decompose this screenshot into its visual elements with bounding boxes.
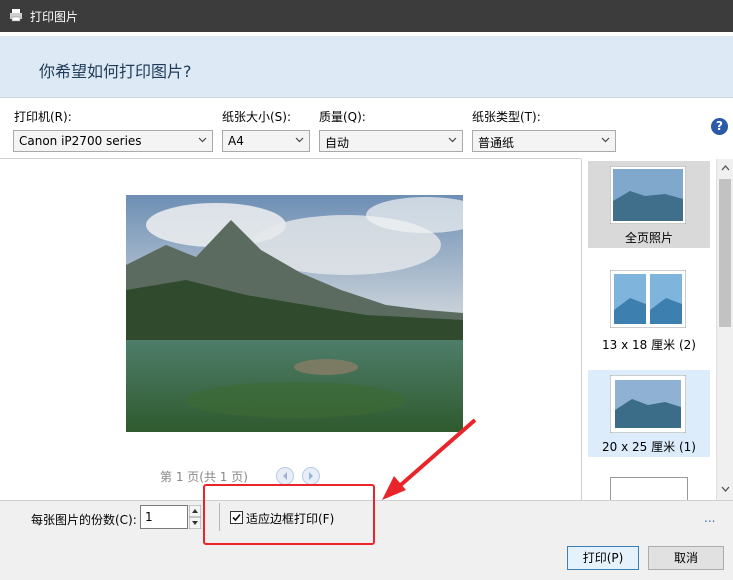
paper-type-select[interactable]: 普通纸 [472, 130, 616, 152]
dialog-question: 你希望如何打印图片? [39, 62, 192, 81]
window-title: 打印图片 [30, 10, 79, 24]
layout-item-partial[interactable] [610, 477, 688, 500]
chevron-left-icon [283, 472, 287, 480]
quality-select[interactable]: 自动 [319, 130, 463, 152]
chevron-down-icon [601, 137, 610, 143]
quality-label: 质量(Q): [319, 110, 366, 124]
copies-label: 每张图片的份数(C): [31, 513, 137, 527]
window-title-bar: 打印图片 [0, 0, 733, 32]
chevron-down-icon [198, 137, 207, 143]
paper-size-select-value: A4 [228, 134, 244, 148]
layout-label: 20 x 25 厘米 (1) [602, 440, 696, 454]
printer-select-value: Canon iP2700 series [19, 134, 142, 148]
annotation-arrow [382, 418, 477, 500]
page-indicator: 第 1 页(共 1 页) [160, 470, 248, 484]
layout-list: 全页照片 13 x 18 厘米 (2) 20 x 25 厘米 (1) [582, 159, 716, 500]
copies-input[interactable]: 1 [140, 505, 188, 529]
paper-type-select-value: 普通纸 [478, 136, 515, 150]
layout-item-20x25[interactable]: 20 x 25 厘米 (1) [588, 370, 710, 457]
quality-select-value: 自动 [325, 136, 350, 150]
next-page-button[interactable] [302, 467, 320, 485]
chevron-down-icon [295, 137, 304, 143]
paper-size-label: 纸张大小(S): [222, 110, 292, 124]
dialog-header: 你希望如何打印图片? [0, 36, 733, 98]
print-button[interactable]: 打印(P) [567, 546, 639, 570]
layout-label: 13 x 18 厘米 (2) [602, 338, 696, 352]
more-options-link[interactable]: ... [704, 511, 715, 525]
scrollbar-thumb[interactable] [719, 179, 731, 327]
cancel-button[interactable]: 取消 [648, 546, 724, 570]
help-icon[interactable]: ? [711, 118, 728, 135]
printer-select[interactable]: Canon iP2700 series [13, 130, 213, 152]
chevron-up-icon[interactable] [721, 164, 730, 171]
copies-value: 1 [145, 510, 153, 524]
paper-type-label: 纸张类型(T): [472, 110, 541, 124]
previous-page-button[interactable] [276, 467, 294, 485]
chevron-right-icon [309, 472, 313, 480]
layout-thumbnail [610, 166, 686, 224]
printer-label: 打印机(R): [14, 110, 72, 124]
layout-scrollbar[interactable] [716, 159, 733, 500]
chevron-down-icon[interactable] [721, 486, 730, 493]
layout-label: 全页照片 [624, 231, 673, 245]
preview-photo [126, 195, 463, 432]
layout-item-full-page[interactable]: 全页照片 [588, 161, 710, 248]
annotation-highlight-box [203, 484, 375, 545]
printer-icon [10, 9, 22, 22]
layout-thumbnail [610, 270, 686, 328]
layout-item-13x18[interactable]: 13 x 18 厘米 (2) [588, 264, 710, 352]
paper-size-select[interactable]: A4 [222, 130, 310, 152]
copies-stepper[interactable] [189, 505, 201, 529]
layout-thumbnail [610, 375, 686, 433]
chevron-down-icon [448, 137, 457, 143]
